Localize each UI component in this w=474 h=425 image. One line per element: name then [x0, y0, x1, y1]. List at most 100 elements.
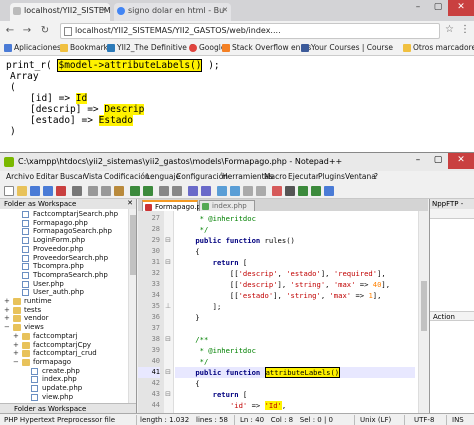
- tree-file[interactable]: ProveedorSearch.php: [22, 254, 108, 263]
- fold-toggle-icon[interactable]: ⊟: [165, 334, 171, 345]
- close-tab-icon[interactable]: ✕: [101, 6, 107, 14]
- record-macro-icon[interactable]: [272, 186, 282, 196]
- save-icon[interactable]: [30, 186, 40, 196]
- bookmark-aplicaciones[interactable]: Aplicaciones: [4, 43, 61, 52]
- indent-guide-icon[interactable]: [256, 186, 266, 196]
- tree-folder[interactable]: + tests: [4, 306, 41, 315]
- close-panel-icon[interactable]: ✕: [127, 199, 133, 207]
- folder-scrollbar[interactable]: [128, 209, 136, 403]
- scrollbar-thumb[interactable]: [421, 281, 427, 331]
- tree-file[interactable]: TbcompraSearch.php: [22, 271, 108, 280]
- tree-folder[interactable]: − formapago: [13, 358, 71, 367]
- scrollbar-thumb[interactable]: [130, 215, 136, 275]
- nppftp-toolbar[interactable]: [430, 209, 474, 219]
- bookmark-bookmarks[interactable]: Bookmarks: [60, 43, 112, 52]
- tree-folder[interactable]: + runtime: [4, 297, 52, 306]
- back-arrow-icon[interactable]: ←: [3, 24, 17, 38]
- menu-codificacion[interactable]: Codificación: [104, 172, 150, 181]
- menu-plugins[interactable]: Plugins: [318, 172, 345, 181]
- fold-toggle-icon[interactable]: ⊟: [165, 367, 171, 378]
- forward-arrow-icon[interactable]: →: [20, 24, 34, 38]
- tree-file[interactable]: User.php: [22, 280, 64, 289]
- close-file-icon[interactable]: [56, 186, 66, 196]
- browser-tab-google[interactable]: signo dolar en html - Bu ✕: [114, 3, 231, 21]
- tree-folder[interactable]: + factcomptarjCpy: [13, 341, 91, 350]
- minimize-icon[interactable]: –: [408, 0, 428, 16]
- expand-icon[interactable]: +: [4, 306, 10, 315]
- url-input[interactable]: localhost/YII2_SISTEMAS/YII2_GASTOS/web/…: [60, 23, 440, 39]
- close-tab-icon[interactable]: ✕: [222, 6, 228, 14]
- cut-icon[interactable]: [88, 186, 98, 196]
- new-file-icon[interactable]: [4, 186, 14, 196]
- stop-macro-icon[interactable]: [285, 186, 295, 196]
- save-all-icon[interactable]: [43, 186, 53, 196]
- menu-vista[interactable]: Vista: [84, 172, 103, 181]
- save-macro-icon[interactable]: [324, 186, 334, 196]
- folder-panel-tab[interactable]: Folder as Workspace: [0, 403, 136, 413]
- sync-scroll-icon[interactable]: [217, 186, 227, 196]
- tree-file[interactable]: Proveedor.php: [22, 245, 83, 254]
- menu-ejecutar[interactable]: Ejecutar: [288, 172, 319, 181]
- minimize-icon[interactable]: –: [408, 153, 428, 169]
- bookmark-your-courses[interactable]: Your Courses | Course: [301, 43, 393, 52]
- open-file-icon[interactable]: [17, 186, 27, 196]
- tree-folder[interactable]: + factcomptarj: [13, 332, 78, 341]
- expand-icon[interactable]: +: [4, 314, 10, 323]
- redo-icon[interactable]: [143, 186, 153, 196]
- tree-file[interactable]: Tbcompra.php: [22, 262, 84, 271]
- reload-icon[interactable]: ↻: [38, 24, 52, 38]
- zoom-in-icon[interactable]: [188, 186, 198, 196]
- tree-file[interactable]: create.php: [31, 367, 80, 376]
- bookmark-google[interactable]: Google: [189, 43, 225, 52]
- run-macro-multiple-icon[interactable]: [311, 186, 321, 196]
- page-info-icon[interactable]: [64, 27, 72, 36]
- editor-tab-formapago[interactable]: Formapago.php: [142, 200, 210, 211]
- collapse-icon[interactable]: −: [4, 323, 10, 332]
- bookmark-stack-overflow[interactable]: Stack Overflow en es: [222, 43, 311, 52]
- menu-configuracion[interactable]: Configuración: [176, 172, 228, 181]
- menu-buscar[interactable]: Buscar: [60, 172, 86, 181]
- menu-ventana[interactable]: Ventana: [345, 172, 376, 181]
- expand-icon[interactable]: +: [13, 332, 19, 341]
- expand-icon[interactable]: +: [4, 297, 10, 306]
- maximize-icon[interactable]: ▢: [428, 153, 448, 169]
- fold-toggle-icon[interactable]: ⊟: [165, 257, 171, 268]
- menu-macro[interactable]: Macro: [264, 172, 287, 181]
- menu-help[interactable]: ?: [374, 172, 378, 181]
- editor-tab-index[interactable]: index.php: [199, 200, 255, 211]
- copy-icon[interactable]: [101, 186, 111, 196]
- close-window-icon[interactable]: ✕: [448, 153, 474, 169]
- expand-icon[interactable]: +: [13, 341, 19, 350]
- tree-file[interactable]: update.php: [31, 384, 82, 393]
- tree-file[interactable]: FormapagoSearch.php: [22, 227, 112, 236]
- bookmark-yii2-guide[interactable]: YII2_The Definitive G: [107, 43, 195, 52]
- collapse-icon[interactable]: −: [13, 358, 19, 367]
- editor-scrollbar[interactable]: [418, 211, 428, 413]
- bookmark-star-icon[interactable]: ☆: [445, 24, 454, 35]
- menu-archivo[interactable]: Archivo: [6, 172, 34, 181]
- tree-folder[interactable]: − views: [4, 323, 44, 332]
- tree-file[interactable]: Formapago.php: [22, 219, 88, 228]
- browser-menu-icon[interactable]: ⋮: [460, 24, 470, 35]
- fold-toggle-icon[interactable]: ⊥: [165, 301, 171, 312]
- find-icon[interactable]: [159, 186, 169, 196]
- replace-icon[interactable]: [172, 186, 182, 196]
- word-wrap-icon[interactable]: [230, 186, 240, 196]
- paste-icon[interactable]: [114, 186, 124, 196]
- bookmark-otros-marcadores[interactable]: Otros marcadores: [403, 43, 474, 52]
- tree-folder[interactable]: + vendor: [4, 314, 49, 323]
- close-window-icon[interactable]: ✕: [448, 0, 474, 16]
- tree-file[interactable]: index.php: [31, 375, 77, 384]
- tree-file[interactable]: view.php: [31, 393, 73, 402]
- browser-tab-localhost[interactable]: localhost/YII2_SISTEMAS ✕: [10, 3, 110, 21]
- show-all-chars-icon[interactable]: [243, 186, 253, 196]
- expand-icon[interactable]: +: [13, 349, 19, 358]
- maximize-icon[interactable]: ▢: [428, 0, 448, 16]
- tree-file[interactable]: LoginForm.php: [22, 236, 85, 245]
- fold-toggle-icon[interactable]: ⊟: [165, 235, 171, 246]
- print-icon[interactable]: [72, 186, 82, 196]
- play-macro-icon[interactable]: [298, 186, 308, 196]
- tree-file[interactable]: User_auth.php: [22, 288, 84, 297]
- zoom-out-icon[interactable]: [201, 186, 211, 196]
- menu-editar[interactable]: Editar: [36, 172, 58, 181]
